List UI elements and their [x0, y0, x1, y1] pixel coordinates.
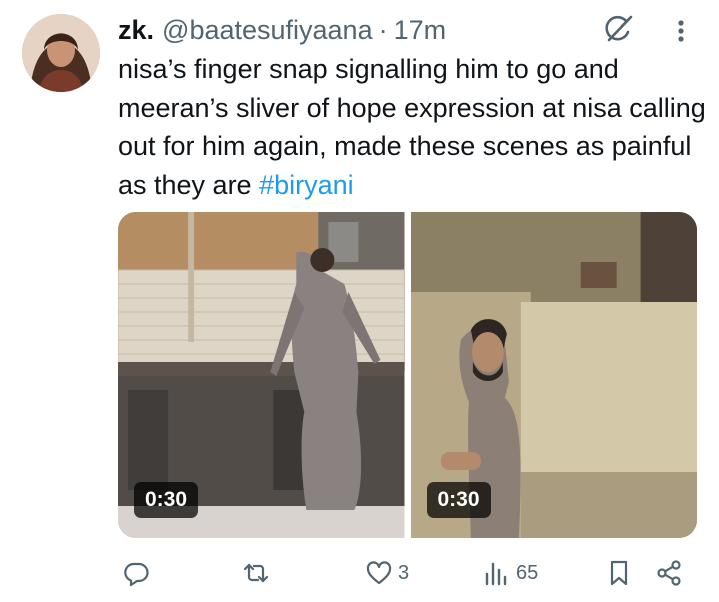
like-icon: [364, 558, 394, 588]
reply-icon: [121, 558, 151, 588]
views-button[interactable]: 65: [482, 555, 538, 591]
bookmark-icon: [604, 558, 634, 588]
retweet-button[interactable]: [241, 555, 271, 591]
like-count: 3: [398, 561, 410, 584]
video-duration-badge: 0:30: [134, 482, 199, 518]
retweet-icon: [241, 558, 271, 588]
grok-icon[interactable]: [601, 12, 635, 46]
action-bar: 3 65: [0, 555, 719, 591]
video-thumbnail-1[interactable]: 0:30: [118, 212, 405, 538]
video-duration-badge: 0:30: [426, 482, 491, 518]
like-button[interactable]: 3: [364, 555, 409, 591]
tweet-text: nisa’s finger snap signalling him to go …: [118, 50, 708, 204]
avatar[interactable]: [22, 14, 100, 92]
timestamp[interactable]: 17m: [394, 14, 447, 46]
video-thumbnail-2[interactable]: 0:30: [410, 212, 697, 538]
bookmark-button[interactable]: [604, 555, 634, 591]
views-count: 65: [516, 561, 539, 584]
views-icon: [482, 558, 512, 588]
user-handle[interactable]: @baatesufiyaana: [162, 14, 373, 46]
share-button[interactable]: [654, 555, 684, 591]
tweet-header: zk. @baatesufiyaana · 17m: [118, 14, 446, 46]
media-grid: 0:30 0:30: [118, 212, 697, 538]
share-icon: [654, 558, 684, 588]
reply-button[interactable]: [121, 555, 151, 591]
tweet-body: nisa’s finger snap signalling him to go …: [118, 54, 706, 200]
display-name[interactable]: zk.: [118, 14, 154, 46]
hashtag-link[interactable]: #biryani: [259, 170, 354, 200]
more-options-icon[interactable]: [670, 14, 692, 48]
separator-dot: ·: [378, 15, 388, 45]
